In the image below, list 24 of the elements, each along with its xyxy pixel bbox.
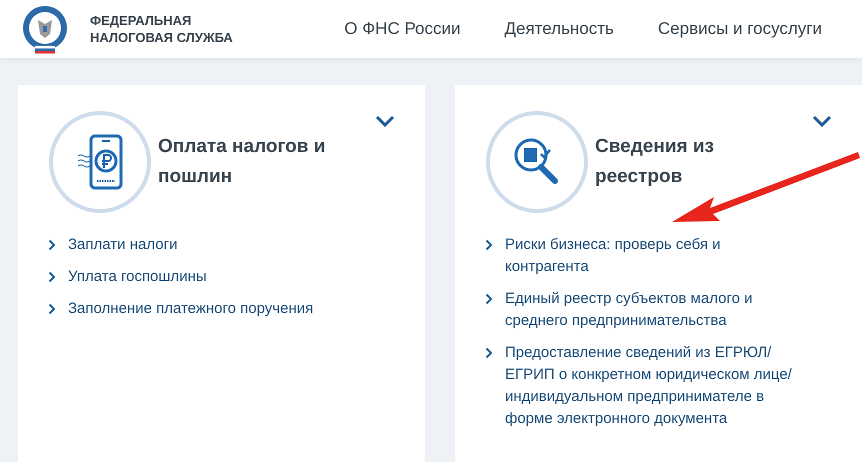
phone-ruble-icon — [48, 110, 152, 214]
service-link[interactable]: Заполнение платежного поручения — [68, 298, 358, 320]
chevron-down-icon[interactable] — [375, 115, 395, 127]
nav-link[interactable]: Деятельность — [504, 19, 614, 39]
chevron-right-icon — [485, 347, 493, 359]
nav-link[interactable]: Сервисы и госуслуги — [658, 19, 822, 39]
emblem-logo-icon[interactable] — [20, 4, 70, 54]
service-link[interactable]: Предоставление сведений из ЕГРЮЛ/ЕГРИП о конкретном юридическом лице/индивидуальном предпринимателе в форме электронного документа — [505, 342, 795, 430]
chevron-right-icon — [485, 239, 493, 251]
chevron-down-icon[interactable] — [812, 115, 832, 127]
chevron-right-icon — [485, 293, 493, 305]
chevron-right-icon — [48, 271, 56, 283]
card-title: Оплата налогов и пошлин — [158, 135, 326, 189]
service-link[interactable]: Единый реестр субъектов малого и среднего предпринимательства — [505, 288, 795, 332]
chevron-right-icon — [48, 303, 56, 315]
site-name: НАЛОГОВАЯ СЛУЖБА — [90, 29, 233, 46]
nav-link[interactable]: О ФНС России — [344, 19, 460, 39]
chevron-right-icon — [48, 239, 56, 251]
magnifier-document-icon — [485, 110, 589, 214]
card-title: Сведения из реестров — [595, 135, 715, 189]
service-link[interactable]: Уплата госпошлины — [68, 266, 358, 288]
service-link[interactable]: Риски бизнеса: проверь себя и контрагента — [505, 234, 795, 278]
site-name: ФЕДЕРАЛЬНАЯ — [90, 12, 192, 29]
service-link[interactable]: Заплати налоги — [68, 234, 358, 256]
